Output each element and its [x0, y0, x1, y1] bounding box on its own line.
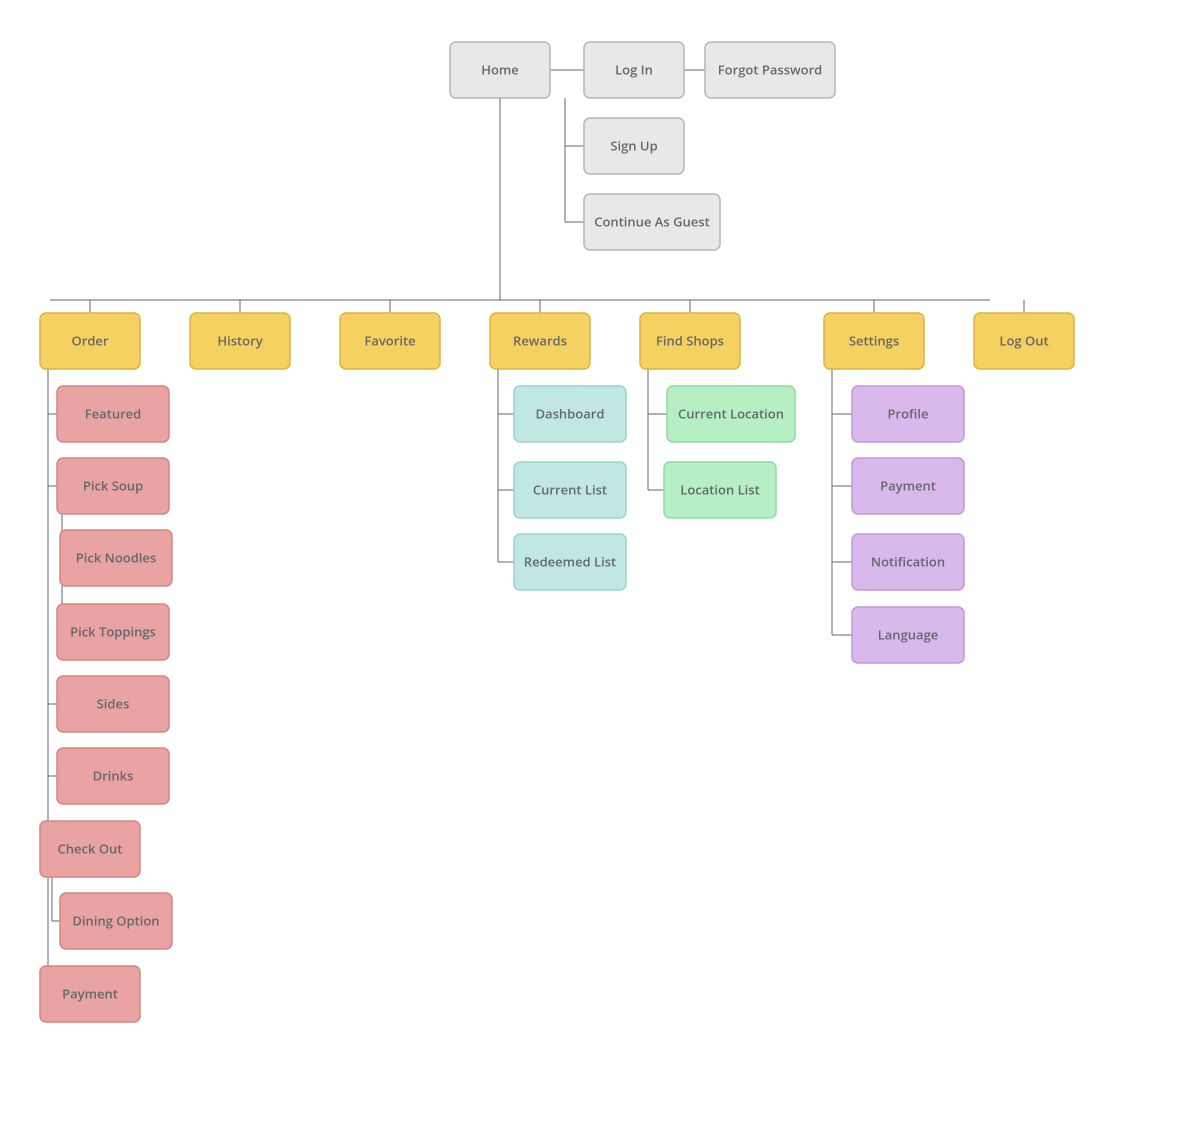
node-label: Current Location	[678, 404, 784, 422]
node-dining: Dining Option	[60, 893, 172, 949]
node-rewards: Rewards	[490, 313, 590, 369]
node-label: Dining Option	[72, 911, 159, 929]
node-label: Log In	[615, 60, 653, 78]
node-label: Language	[878, 625, 939, 643]
node-featured: Featured	[57, 386, 169, 442]
node-notification: Notification	[852, 534, 964, 590]
node-findshops: Find Shops	[640, 313, 740, 369]
node-label: Pick Toppings	[70, 622, 156, 640]
node-history: History	[190, 313, 290, 369]
node-label: Continue As Guest	[594, 212, 710, 230]
node-drinks: Drinks	[57, 748, 169, 804]
node-sides: Sides	[57, 676, 169, 732]
node-payment-set: Payment	[852, 458, 964, 514]
node-label: Dashboard	[536, 404, 605, 422]
node-picknoodles: Pick Noodles	[60, 530, 172, 586]
node-label: Rewards	[513, 331, 567, 349]
node-label: Payment	[880, 476, 936, 494]
node-picksoup: Pick Soup	[57, 458, 169, 514]
node-favorite: Favorite	[340, 313, 440, 369]
node-label: Settings	[849, 331, 899, 349]
node-redeemed: Redeemed List	[514, 534, 626, 590]
node-checkout: Check Out	[40, 821, 140, 877]
node-signup: Sign Up	[584, 118, 684, 174]
node-label: Redeemed List	[524, 552, 616, 570]
node-curloc: Current Location	[667, 386, 795, 442]
node-loclist: Location List	[664, 462, 776, 518]
node-label: Profile	[888, 404, 929, 422]
node-guest: Continue As Guest	[584, 194, 720, 250]
node-label: Current List	[533, 480, 607, 498]
node-label: Drinks	[93, 766, 134, 784]
node-label: Featured	[85, 404, 142, 422]
node-logout: Log Out	[974, 313, 1074, 369]
node-label: Pick Noodles	[76, 548, 156, 566]
node-label: Sides	[97, 694, 130, 712]
node-label: History	[217, 331, 262, 349]
node-label: Sign Up	[610, 136, 657, 154]
node-forgot: Forgot Password	[705, 42, 835, 98]
node-profile: Profile	[852, 386, 964, 442]
node-label: Home	[481, 60, 519, 78]
sitemap-diagram: Home Log In Forgot Password Sign Up Continue…	[0, 0, 1204, 1148]
node-dashboard: Dashboard	[514, 386, 626, 442]
node-label: Payment	[62, 984, 118, 1002]
node-label: Order	[71, 331, 108, 349]
node-label: Notification	[871, 552, 945, 570]
node-login: Log In	[584, 42, 684, 98]
node-label: Favorite	[364, 331, 415, 349]
node-label: Find Shops	[656, 331, 724, 349]
node-currentlist: Current List	[514, 462, 626, 518]
node-label: Log Out	[999, 331, 1048, 349]
node-order: Order	[40, 313, 140, 369]
node-payment-order: Payment	[40, 966, 140, 1022]
node-label: Pick Soup	[83, 476, 143, 494]
node-picktoppings: Pick Toppings	[57, 604, 169, 660]
node-settings: Settings	[824, 313, 924, 369]
node-home: Home	[450, 42, 550, 98]
node-label: Check Out	[58, 839, 123, 857]
node-label: Forgot Password	[718, 60, 823, 78]
node-label: Location List	[680, 480, 760, 498]
node-language: Language	[852, 607, 964, 663]
